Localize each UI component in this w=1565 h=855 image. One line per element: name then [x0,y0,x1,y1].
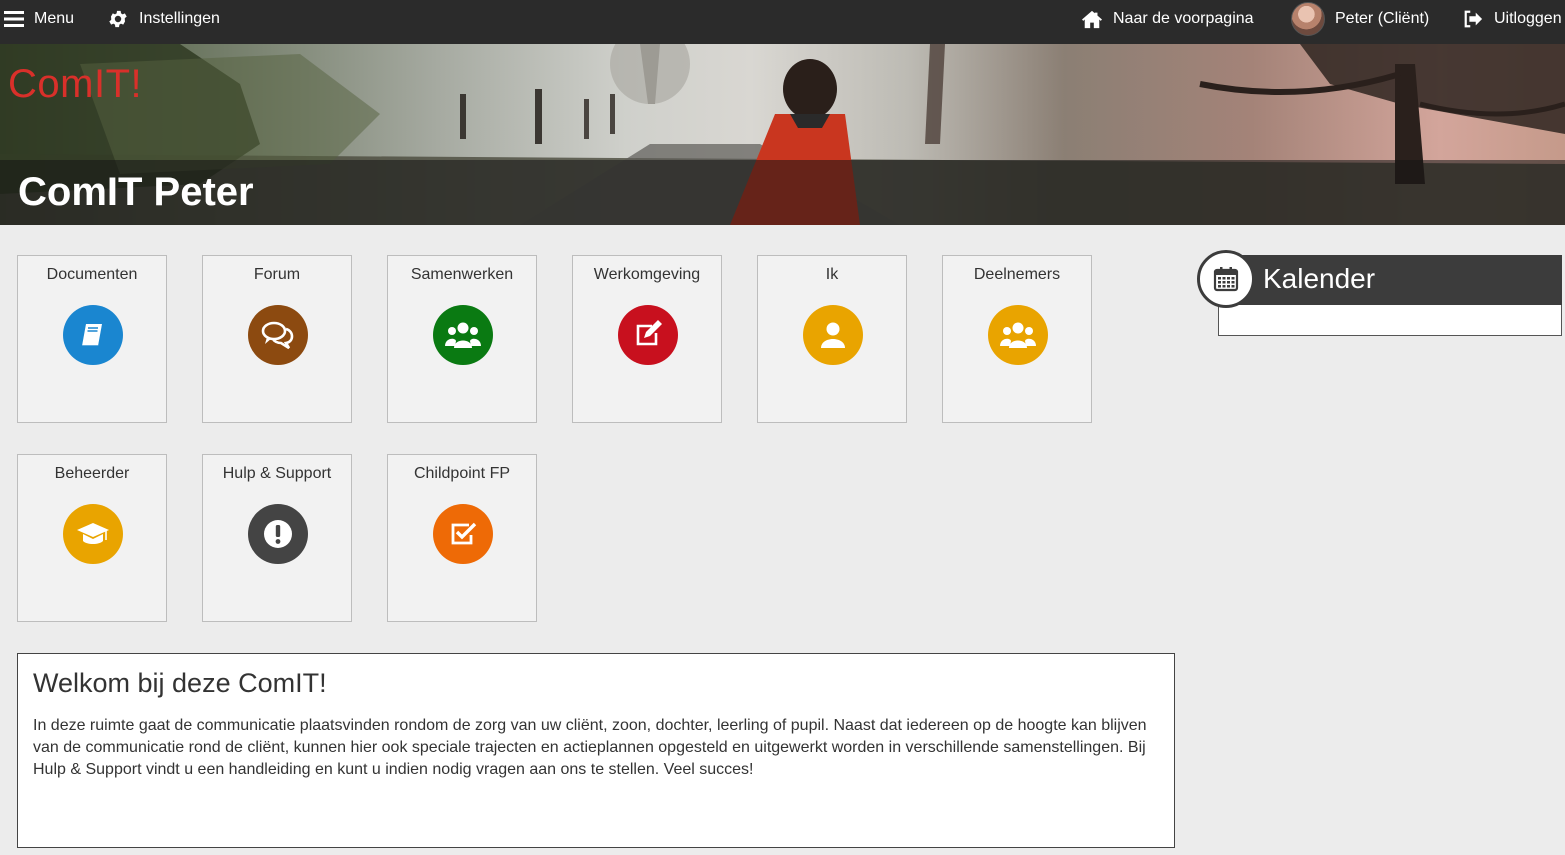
tile-hulp-support[interactable]: Hulp & Support [202,454,352,622]
group-icon [988,305,1048,365]
tile-childpoint-fp[interactable]: Childpoint FP [387,454,537,622]
tile-label: Samenwerken [410,266,514,283]
tile-label: Deelnemers [973,266,1061,283]
tile-label: Hulp & Support [222,465,332,482]
home-icon [1082,10,1102,29]
logout-label: Uitloggen [1494,10,1562,27]
checkbox-icon [433,504,493,564]
header-banner: ComIT! ComIT Peter [0,44,1565,225]
group-icon [433,305,493,365]
sign-out-icon [1464,10,1483,28]
logout-button[interactable]: Uitloggen [1462,0,1562,38]
tile-werkomgeving[interactable]: Werkomgeving [572,255,722,423]
settings-button[interactable]: Instellingen [107,0,220,38]
calendar-icon [1197,250,1255,308]
brand-logo: ComIT! [8,62,143,106]
tile-samenwerken[interactable]: Samenwerken [387,255,537,423]
edit-icon [618,305,678,365]
menu-button[interactable]: Menu [4,0,74,38]
welcome-panel: Welkom bij deze ComIT! In deze ruimte ga… [17,653,1175,848]
tile-documenten[interactable]: Documenten [17,255,167,423]
tile-label: Beheerder [54,465,130,482]
avatar [1291,2,1325,36]
tile-label: Forum [253,266,301,283]
tile-beheerder[interactable]: Beheerder [17,454,167,622]
home-link[interactable]: Naar de voorpagina [1081,0,1254,38]
tile-label: Ik [825,266,839,283]
tile-label: Werkomgeving [593,266,701,283]
chat-icon [248,305,308,365]
tile-label: Childpoint FP [413,465,511,482]
tile-forum[interactable]: Forum [202,255,352,423]
tile-deelnemers[interactable]: Deelnemers [942,255,1092,423]
tile-label: Documenten [46,266,138,283]
exclamation-icon [248,504,308,564]
graduation-cap-icon [63,504,123,564]
user-profile-button[interactable]: Peter (Cliënt) [1291,0,1429,38]
user-label: Peter (Cliënt) [1335,10,1430,27]
welcome-title: Welkom bij deze ComIT! [33,668,327,698]
calendar-header[interactable]: Kalender [1218,255,1562,305]
hamburger-icon [4,11,24,27]
book-icon [63,305,123,365]
top-navigation-bar: Menu Instellingen Naar de voorpagina Pet… [0,0,1565,44]
settings-label: Instellingen [139,10,220,27]
calendar-body [1218,305,1562,336]
home-label: Naar de voorpagina [1113,10,1254,27]
gear-icon [109,10,127,28]
welcome-text: In deze ruimte gaat de communicatie plaa… [33,717,1147,778]
user-icon [803,305,863,365]
page-title: ComIT Peter [18,170,254,214]
menu-label: Menu [34,10,75,27]
calendar-title: Kalender [1263,263,1376,294]
tile-ik[interactable]: Ik [757,255,907,423]
